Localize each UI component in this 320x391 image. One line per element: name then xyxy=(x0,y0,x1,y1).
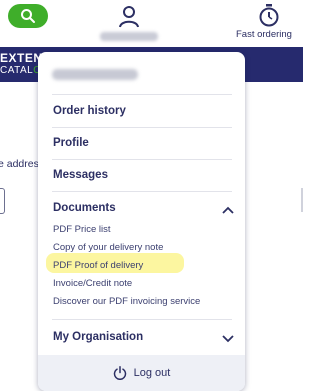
chevron-up-icon[interactable] xyxy=(222,206,234,214)
divider xyxy=(52,159,232,160)
account-name-header-blurred xyxy=(52,69,138,80)
divider xyxy=(52,191,232,192)
top-bar: Fast ordering xyxy=(0,0,303,47)
documents-item-invoice-credit-note[interactable]: Invoice/Credit note xyxy=(53,278,132,289)
chevron-down-icon[interactable] xyxy=(222,335,234,343)
divider xyxy=(52,127,232,128)
user-icon[interactable] xyxy=(117,4,141,28)
menu-item-order-history[interactable]: Order history xyxy=(53,105,126,117)
fast-ordering-label[interactable]: Fast ordering xyxy=(236,29,306,40)
address-label-fragment: e addres xyxy=(0,158,39,170)
logout-label: Log out xyxy=(133,367,171,379)
account-dropdown: Order history Profile Messages Documents… xyxy=(38,52,245,391)
documents-item-proof-of-delivery[interactable]: PDF Proof of delivery xyxy=(53,260,143,271)
menu-item-messages[interactable]: Messages xyxy=(53,169,108,181)
menu-item-documents[interactable]: Documents xyxy=(53,202,116,214)
brand-logo-line2: CATALO xyxy=(0,65,41,76)
divider xyxy=(52,319,232,320)
background-edge xyxy=(301,188,303,212)
search-button[interactable] xyxy=(8,4,48,28)
menu-item-my-organisation[interactable]: My Organisation xyxy=(53,331,143,343)
documents-item-price-list[interactable]: PDF Price list xyxy=(53,224,111,235)
divider xyxy=(52,94,232,95)
menu-item-profile[interactable]: Profile xyxy=(53,137,89,149)
brand-logo-line1: EXTEN xyxy=(0,51,43,65)
power-icon xyxy=(113,366,126,380)
documents-item-delivery-note[interactable]: Copy of your delivery note xyxy=(53,242,163,253)
logout-button[interactable]: Log out xyxy=(38,355,245,391)
search-icon xyxy=(21,9,35,23)
stopwatch-icon[interactable] xyxy=(258,3,280,27)
documents-item-pdf-invoicing-service[interactable]: Discover our PDF invoicing service xyxy=(53,296,200,307)
background-input-fragment[interactable] xyxy=(0,188,5,214)
account-name-blurred[interactable] xyxy=(100,32,158,41)
